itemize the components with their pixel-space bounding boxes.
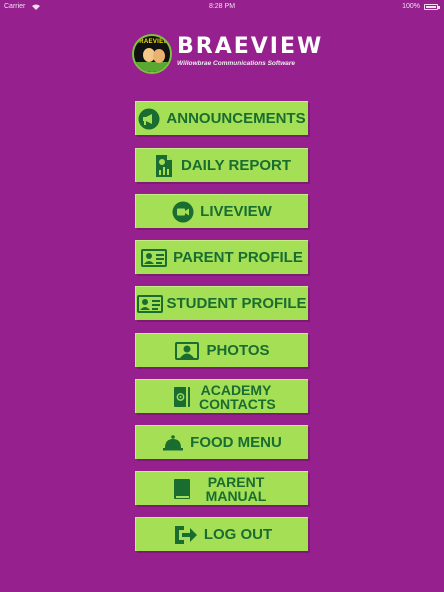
- log-out-button[interactable]: LOG OUT: [135, 517, 308, 551]
- daily-report-button[interactable]: DAILY REPORT: [135, 148, 308, 182]
- id-card-icon: [137, 293, 164, 315]
- status-bar: Carrier 8:28 PM 100%: [0, 0, 444, 14]
- app-logo: BRAEVIEW BRAEVIEW Willowbrae Communicati…: [132, 34, 321, 74]
- announcements-button[interactable]: ANNOUNCEMENTS: [135, 101, 308, 135]
- status-time: 8:28 PM: [208, 3, 236, 10]
- app-title: BRAEVIEW: [177, 34, 324, 59]
- photo-portrait-icon: [174, 340, 200, 362]
- battery-percent: 100%: [402, 3, 420, 10]
- megaphone-icon: [138, 108, 160, 130]
- food-menu-button[interactable]: FOOD MENU: [135, 425, 308, 459]
- parent-manual-button[interactable]: PARENT MANUAL: [135, 471, 308, 505]
- photos-button[interactable]: PHOTOS: [135, 333, 308, 367]
- logout-icon: [172, 524, 198, 546]
- food-cloche-icon: [162, 432, 184, 454]
- liveview-label: LIVEVIEW: [200, 202, 272, 220]
- id-card-icon: [141, 247, 168, 269]
- student-profile-label: STUDENT PROFILE: [166, 294, 307, 312]
- academy-contacts-button[interactable]: ACADEMY CONTACTS: [135, 379, 308, 413]
- food-menu-label: FOOD MENU: [190, 433, 282, 451]
- liveview-button[interactable]: LIVEVIEW: [135, 194, 308, 228]
- parent-profile-button[interactable]: PARENT PROFILE: [135, 240, 308, 274]
- log-out-label: LOG OUT: [203, 525, 273, 543]
- battery-icon: [424, 4, 438, 10]
- app-subtitle: Willowbrae Communications Software: [177, 60, 296, 67]
- parent-manual-label: PARENT MANUAL: [205, 473, 267, 504]
- address-book-icon: [171, 386, 193, 408]
- daily-report-label: DAILY REPORT: [180, 156, 292, 174]
- book-icon: [171, 478, 193, 500]
- photos-label: PHOTOS: [206, 341, 270, 359]
- announcements-label: ANNOUNCEMENTS: [166, 109, 306, 127]
- logo-badge-text: BRAEVIEW: [134, 39, 170, 45]
- video-camera-icon: [172, 201, 194, 223]
- report-icon: [153, 154, 175, 177]
- student-profile-button[interactable]: STUDENT PROFILE: [135, 286, 308, 320]
- logo-badge-icon: BRAEVIEW: [132, 34, 172, 74]
- academy-contacts-label: ACADEMY CONTACTS: [199, 381, 276, 412]
- parent-profile-label: PARENT PROFILE: [173, 248, 303, 266]
